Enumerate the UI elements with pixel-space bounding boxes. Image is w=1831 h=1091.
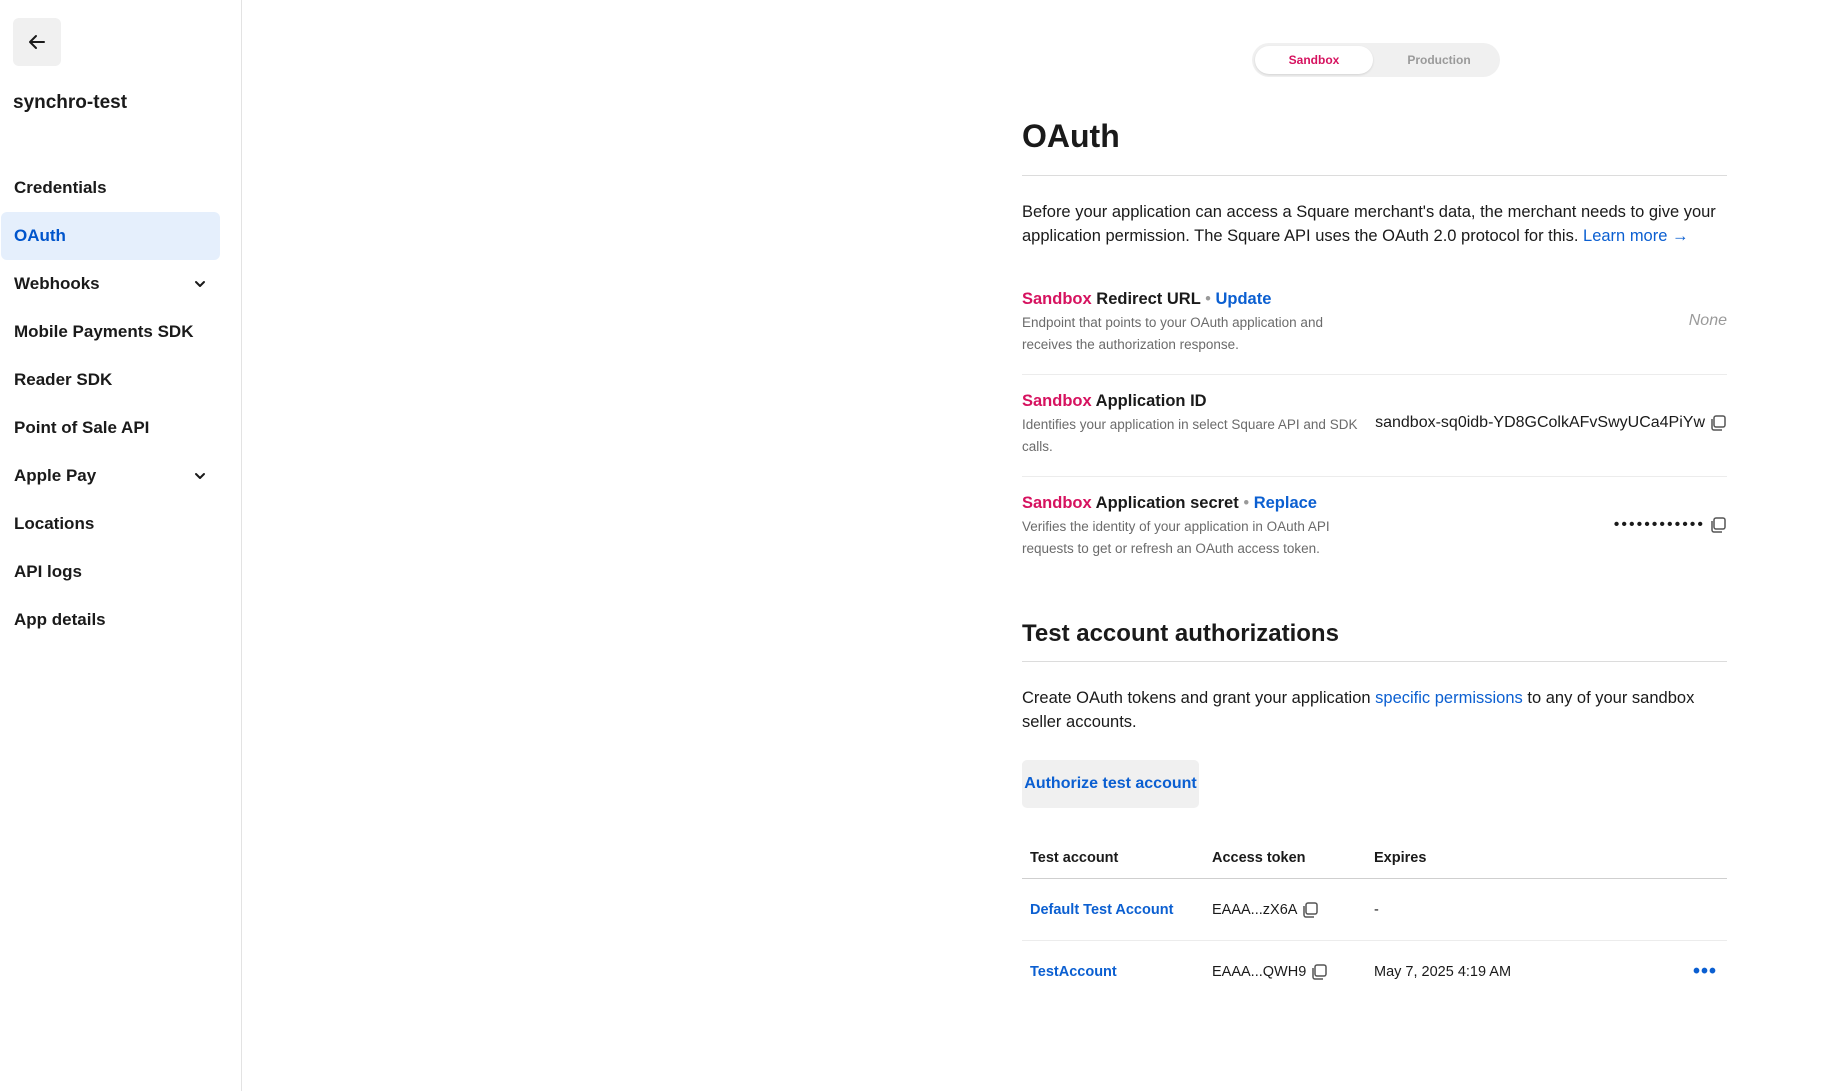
env-label: Sandbox: [1022, 392, 1092, 410]
title-divider: [1022, 175, 1727, 176]
test-accounts-intro: Create OAuth tokens and grant your appli…: [1022, 686, 1727, 734]
field-divider: [1022, 476, 1727, 477]
sidebar-item-api-logs[interactable]: API logs: [1, 548, 220, 596]
section-title: Test account authorizations: [1022, 620, 1339, 647]
sidebar-item-oauth[interactable]: OAuth: [1, 212, 220, 260]
field-divider: [1022, 374, 1727, 375]
separator-dot: •: [1243, 494, 1250, 512]
copy-icon[interactable]: [1709, 414, 1727, 432]
sidebar-item-label: Apple Pay: [14, 466, 97, 485]
env-option-production[interactable]: Production: [1380, 46, 1498, 74]
redirect-url-title: Sandbox Redirect URL • Update: [1022, 290, 1727, 309]
sidebar-item-reader-sdk[interactable]: Reader SDK: [1, 356, 220, 404]
access-token-value: EAAA...zX6A: [1212, 901, 1298, 918]
replace-secret-link[interactable]: Replace: [1254, 494, 1317, 512]
sidebar-item-label: OAuth: [14, 226, 66, 245]
sidebar-item-app-details[interactable]: App details: [1, 596, 220, 644]
back-button[interactable]: [13, 18, 61, 66]
sidebar-item-label: App details: [14, 610, 106, 629]
specific-permissions-link[interactable]: specific permissions: [1375, 689, 1523, 707]
environment-toggle: Sandbox Production: [1252, 43, 1500, 77]
env-label: Sandbox: [1022, 494, 1092, 512]
field-label: Application secret: [1095, 494, 1239, 512]
application-secret-field: Sandbox Application secret • Replace Ver…: [1022, 494, 1727, 560]
table-row: Default Test Account EAAA...zX6A -: [1022, 879, 1727, 941]
intro-text-before: Create OAuth tokens and grant your appli…: [1022, 689, 1371, 707]
chevron-down-icon: [193, 469, 207, 483]
copy-icon[interactable]: [1310, 963, 1328, 981]
sidebar-item-label: Point of Sale API: [14, 418, 150, 437]
arrow-left-icon: [27, 32, 47, 52]
field-description: Verifies the identity of your applicatio…: [1022, 519, 1330, 556]
application-id-value: sandbox-sq0idb-YD8GColkAFvSwyUCa4PiYw: [1375, 414, 1705, 431]
env-option-sandbox[interactable]: Sandbox: [1255, 46, 1373, 74]
sidebar-item-point-of-sale-api[interactable]: Point of Sale API: [1, 404, 220, 452]
application-id-field: Sandbox Application ID Identifies your a…: [1022, 392, 1727, 458]
sidebar-item-label: API logs: [14, 562, 83, 581]
field-label: Application ID: [1095, 392, 1207, 410]
learn-more-link[interactable]: Learn more →: [1583, 227, 1688, 245]
copy-icon[interactable]: [1709, 516, 1727, 534]
update-redirect-link[interactable]: Update: [1215, 290, 1271, 308]
redirect-url-value: None: [1688, 312, 1727, 329]
env-label: Sandbox: [1022, 290, 1092, 308]
test-account-link[interactable]: Default Test Account: [1030, 902, 1173, 918]
redirect-url-field: Sandbox Redirect URL • Update Endpoint t…: [1022, 290, 1727, 356]
table-header: Test account Access token Expires: [1022, 838, 1727, 879]
application-id-value-wrap: sandbox-sq0idb-YD8GColkAFvSwyUCa4PiYw: [1375, 414, 1727, 432]
more-options-icon[interactable]: •••: [1693, 960, 1717, 983]
chevron-down-icon: [193, 277, 207, 291]
authorize-test-account-button[interactable]: Authorize test account: [1022, 760, 1199, 808]
sidebar-item-label: Reader SDK: [14, 370, 113, 389]
application-id-title: Sandbox Application ID: [1022, 392, 1727, 411]
sidebar-item-credentials[interactable]: Credentials: [1, 164, 220, 212]
test-accounts-table: Test account Access token Expires Defaul…: [1022, 838, 1727, 1002]
expires-value: -: [1374, 901, 1379, 918]
section-divider: [1022, 661, 1727, 662]
application-secret-title: Sandbox Application secret • Replace: [1022, 494, 1727, 513]
column-header-test-account: Test account: [1030, 850, 1119, 866]
sidebar-item-locations[interactable]: Locations: [1, 500, 220, 548]
sidebar-item-apple-pay[interactable]: Apple Pay: [1, 452, 220, 500]
sidebar-item-label: Locations: [14, 514, 95, 533]
table-row: TestAccount EAAA...QWH9 May 7, 2025 4:19…: [1022, 941, 1727, 1002]
access-token-value: EAAA...QWH9: [1212, 963, 1307, 980]
page-title: OAuth: [1022, 118, 1120, 154]
test-account-link[interactable]: TestAccount: [1030, 964, 1117, 980]
field-label: Redirect URL: [1096, 290, 1201, 308]
sidebar-item-label: Webhooks: [14, 274, 100, 293]
sidebar: synchro-test Credentials OAuth Webhooks …: [0, 0, 242, 1091]
separator-dot: •: [1205, 290, 1211, 308]
sidebar-item-label: Credentials: [14, 178, 107, 197]
column-header-expires: Expires: [1374, 850, 1427, 866]
field-description: Identifies your application in select Sq…: [1022, 417, 1358, 454]
sidebar-item-mobile-payments-sdk[interactable]: Mobile Payments SDK: [1, 308, 220, 356]
copy-icon[interactable]: [1301, 901, 1319, 919]
application-secret-value: ••••••••••••: [1613, 516, 1705, 533]
oauth-intro: Before your application can access a Squ…: [1022, 200, 1727, 248]
application-secret-value-wrap: ••••••••••••: [1614, 516, 1727, 534]
app-name: synchro-test: [13, 92, 128, 113]
sidebar-item-webhooks[interactable]: Webhooks: [1, 260, 220, 308]
field-description: Endpoint that points to your OAuth appli…: [1022, 315, 1323, 352]
column-header-access-token: Access token: [1212, 850, 1306, 866]
sidebar-item-label: Mobile Payments SDK: [14, 322, 194, 341]
expires-value: May 7, 2025 4:19 AM: [1374, 963, 1512, 980]
sidebar-nav: Credentials OAuth Webhooks Mobile Paymen…: [0, 164, 220, 644]
